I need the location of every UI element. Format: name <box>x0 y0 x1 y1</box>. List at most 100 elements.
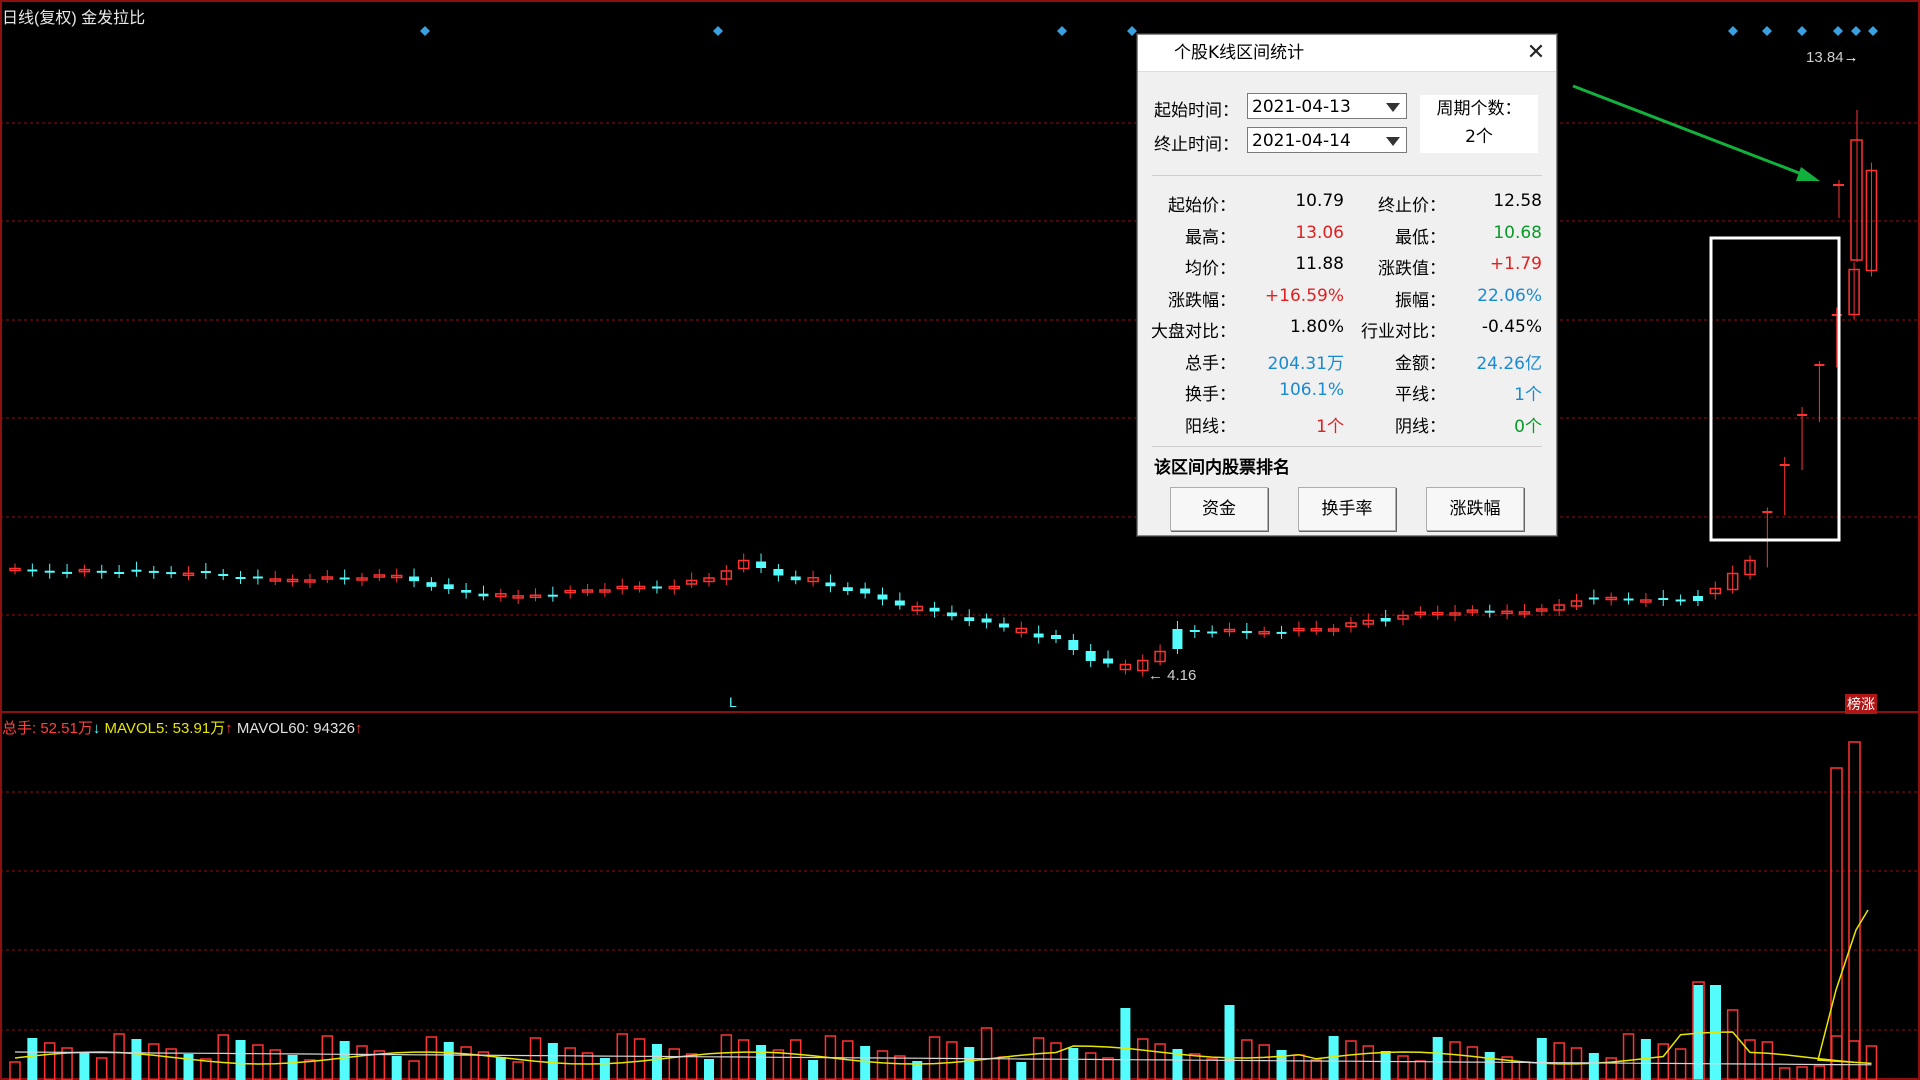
candle-body <box>44 570 55 573</box>
mavol5-label: MAVOL5: 53.91万 <box>104 720 226 737</box>
candle-body <box>964 617 975 621</box>
stat-key: 终止价： <box>1378 196 1446 216</box>
volume-bar <box>148 1043 160 1080</box>
candle-body <box>1207 631 1218 634</box>
volume-bar <box>1588 1053 1599 1080</box>
stat-value: +1.79 <box>1489 254 1542 274</box>
volume-bar <box>1848 1040 1860 1080</box>
stat-value: 24.26亿 <box>1476 353 1542 374</box>
volume-bar <box>946 1041 958 1080</box>
period-count: 周期个数： 2个 <box>1420 95 1538 153</box>
stat-key: 金额： <box>1395 353 1446 374</box>
volume-bar <box>1154 1043 1166 1080</box>
candle-body <box>339 577 350 580</box>
volume-bar <box>1276 1050 1287 1080</box>
stat-value: 106.1% <box>1279 380 1344 400</box>
stat-value: 12.58 <box>1493 191 1542 211</box>
interval-stats-dialog: 个股K线区间统计 ✕ 起始时间： 2021-04-13 终止时间： 2021-0… <box>1137 34 1557 536</box>
volume-header: 总手: 52.51万↓ MAVOL5: 53.91万↑ MAVOL60: 943… <box>2 720 363 737</box>
volume-bar <box>1484 1052 1495 1080</box>
stat-key: 平线： <box>1395 385 1446 405</box>
volume-bar <box>1761 1041 1774 1080</box>
volume-bar <box>1831 1035 1843 1080</box>
volume-bar <box>1518 1061 1531 1080</box>
volume-bar <box>356 1045 368 1080</box>
volume-bar <box>425 1036 438 1080</box>
end-date-field[interactable]: 2021-04-14 <box>1247 127 1407 153</box>
volume-bar <box>860 1046 871 1080</box>
volume-bar <box>269 1049 281 1080</box>
candle-body <box>1189 630 1200 632</box>
volume-bar <box>1414 1060 1427 1080</box>
candle-body <box>894 600 905 606</box>
kline-chart[interactable] <box>0 0 1920 1080</box>
candle-body <box>1675 599 1686 602</box>
event-marker <box>420 26 430 36</box>
volume-bar <box>668 1048 681 1080</box>
volume-bar <box>27 1038 38 1080</box>
volume-bar <box>287 1055 298 1080</box>
candle-body <box>1033 633 1044 638</box>
candle-body <box>148 570 159 573</box>
stat-value: 22.06% <box>1477 285 1542 306</box>
stat-key: 总手： <box>1185 353 1236 374</box>
volume-bar <box>529 1037 542 1080</box>
event-marker <box>1833 26 1843 36</box>
dropdown-arrow-icon[interactable] <box>1386 137 1400 146</box>
volume-bar <box>339 1041 350 1080</box>
candle-body <box>1623 598 1634 601</box>
volume-bar <box>772 1049 785 1080</box>
volume-bar <box>685 1053 698 1080</box>
volume-bar <box>512 1061 524 1080</box>
candle-body <box>981 618 992 623</box>
fund-button[interactable]: 资金 <box>1170 487 1268 531</box>
divider <box>1152 175 1542 176</box>
volume-bar <box>547 1043 558 1080</box>
change-button[interactable]: 涨跌幅 <box>1426 487 1524 531</box>
candle-body <box>114 572 125 574</box>
candle-body <box>1276 631 1287 634</box>
volume-bar <box>113 1033 125 1080</box>
mavol5-line <box>14 909 1872 1065</box>
min-price-label: ← 4.16 <box>1148 667 1197 684</box>
candle-body <box>1658 598 1669 600</box>
volume-bar <box>1362 1045 1375 1080</box>
candle-body <box>1588 597 1599 600</box>
volume-bar <box>980 1027 993 1080</box>
stat-value: 0个 <box>1514 416 1542 437</box>
volume-bar <box>217 1034 229 1080</box>
dropdown-arrow-icon[interactable] <box>1386 103 1400 112</box>
volume-bar <box>321 1035 334 1080</box>
candle-body <box>200 571 211 573</box>
stat-key: 大盘对比： <box>1151 322 1236 342</box>
candle-body <box>478 593 489 597</box>
volume-bar <box>1726 1009 1739 1080</box>
event-marker <box>1797 26 1807 36</box>
turnover-button[interactable]: 换手率 <box>1298 487 1396 531</box>
stat-value: 10.68 <box>1493 222 1542 243</box>
candle-body <box>218 574 229 576</box>
volume-bar <box>1536 1038 1547 1080</box>
volume-bar <box>495 1057 506 1080</box>
candle-body <box>1241 631 1252 633</box>
chart-title: 日线(复权) 金发拉比 <box>2 10 146 27</box>
volume-bar <box>391 1056 402 1080</box>
event-marker <box>713 26 723 36</box>
candle-body <box>1051 635 1061 639</box>
volume-bar <box>1102 1057 1114 1080</box>
ranking-label: 该区间内股票排名 <box>1154 458 1290 478</box>
start-date-field[interactable]: 2021-04-13 <box>1247 93 1407 119</box>
candle-body <box>443 584 454 589</box>
stat-key: 最低： <box>1395 227 1446 248</box>
annotation-arrowhead <box>1796 167 1820 181</box>
event-marker <box>1762 26 1772 36</box>
divider <box>1152 446 1542 447</box>
volume-bar <box>808 1060 819 1080</box>
volume-bar <box>1328 1036 1339 1080</box>
stat-value: 204.31万 <box>1267 353 1344 374</box>
close-icon[interactable]: ✕ <box>1524 41 1548 65</box>
volume-bar <box>1258 1044 1270 1080</box>
volume-bar <box>1466 1046 1479 1080</box>
stat-value: 10.79 <box>1295 191 1344 211</box>
volume-bar <box>1813 1065 1826 1080</box>
